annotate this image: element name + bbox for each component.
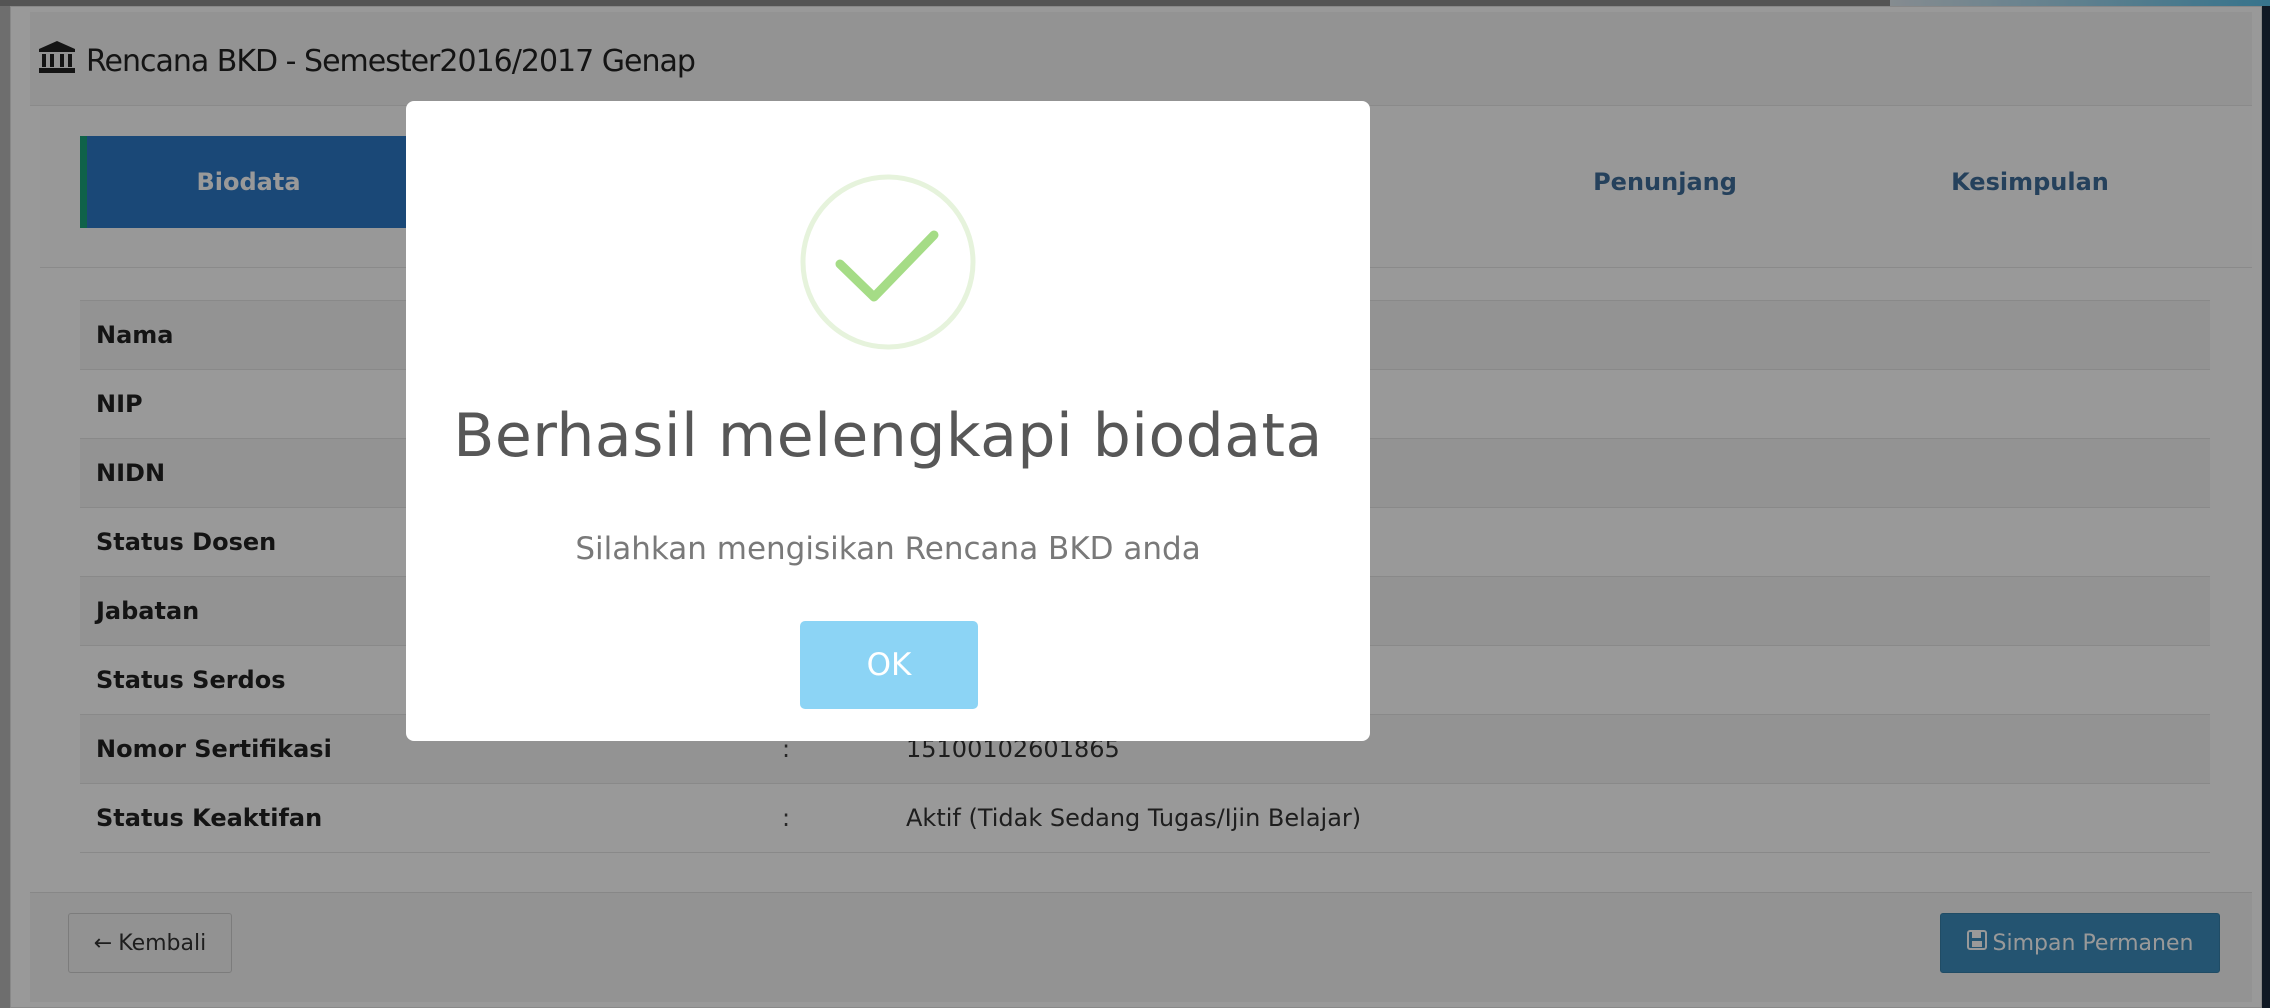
- dialog-message: Silahkan mengisikan Rencana BKD anda: [575, 531, 1201, 567]
- dialog-title: Berhasil melengkapi biodata: [453, 401, 1323, 471]
- checkmark-circle-icon: [799, 173, 977, 351]
- checkmark-circle-icon-svg: [800, 174, 976, 350]
- success-dialog: Berhasil melengkapi biodata Silahkan men…: [406, 101, 1370, 741]
- ok-button[interactable]: OK: [800, 621, 978, 709]
